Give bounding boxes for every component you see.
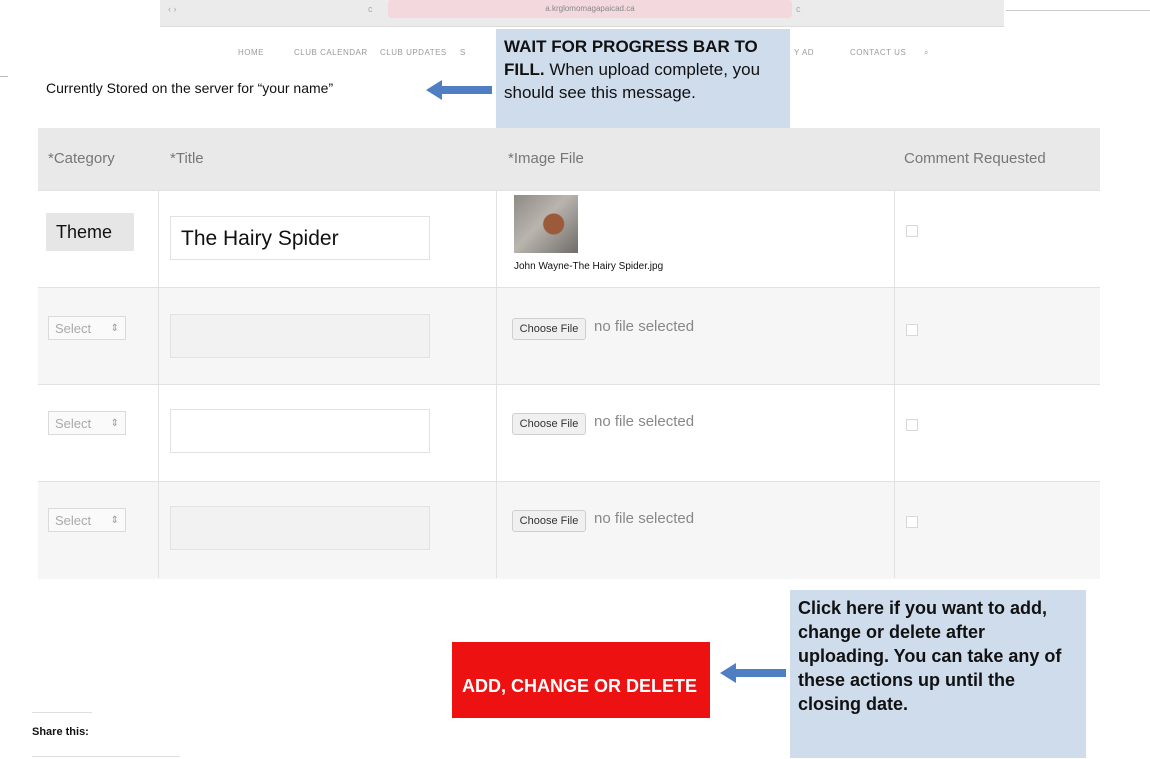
- upload-table: *Category *Title *Image File Comment Req…: [38, 128, 1100, 579]
- title-field[interactable]: [170, 314, 430, 358]
- header-title: *Title: [170, 150, 204, 167]
- arrow-left-icon: [426, 80, 492, 100]
- add-change-delete-button[interactable]: ADD, CHANGE OR DELETE: [452, 642, 710, 718]
- title-field[interactable]: [170, 506, 430, 550]
- column-divider: [158, 190, 159, 578]
- address-bar[interactable]: a.krglomomagapaicad.ca: [388, 0, 792, 18]
- chevron-updown-icon: ⇕: [110, 323, 119, 334]
- share-icon[interactable]: c: [796, 4, 801, 14]
- category-select[interactable]: Select ⇕: [48, 411, 126, 435]
- comment-checkbox[interactable]: [906, 324, 918, 336]
- select-label: Select: [55, 416, 92, 431]
- divider: [32, 756, 180, 757]
- divider: [0, 76, 8, 77]
- category-select[interactable]: Select ⇕: [48, 508, 126, 532]
- back-forward-icons[interactable]: ‹ ›: [168, 4, 177, 14]
- title-field[interactable]: The Hairy Spider: [170, 216, 430, 260]
- uploaded-filename: John Wayne-The Hairy Spider.jpg: [514, 261, 664, 272]
- progress-callout: WAIT FOR PROGRESS BAR TO FILL. When uplo…: [496, 29, 790, 131]
- title-field[interactable]: [170, 409, 430, 453]
- search-icon[interactable]: ⌕: [924, 48, 929, 58]
- arrow-left-icon: [720, 663, 786, 683]
- chevron-updown-icon: ⇕: [110, 515, 119, 526]
- category-value: Theme: [46, 213, 134, 251]
- choose-file-button[interactable]: Choose File: [512, 510, 586, 532]
- no-file-label: no file selected: [594, 413, 695, 430]
- no-file-label: no file selected: [594, 510, 695, 527]
- comment-checkbox[interactable]: [906, 516, 918, 528]
- header-comment-requested: Comment Requested: [904, 150, 1046, 167]
- choose-file-button[interactable]: Choose File: [512, 318, 586, 340]
- table-row: Select ⇕ Choose File no file selected: [38, 287, 1100, 385]
- instructions-callout: Click here if you want to add, change or…: [790, 590, 1086, 758]
- nav-club-updates[interactable]: CLUB UPDATES: [380, 48, 447, 57]
- table-header: *Category *Title *Image File Comment Req…: [38, 128, 1100, 190]
- browser-toolbar: ‹ › c a.krglomomagapaicad.ca c: [160, 0, 1004, 27]
- no-file-label: no file selected: [594, 318, 695, 335]
- choose-file-button[interactable]: Choose File: [512, 413, 586, 435]
- nav-contact-us[interactable]: CONTACT US: [850, 48, 906, 57]
- category-select[interactable]: Select ⇕: [48, 316, 126, 340]
- nav-club-calendar[interactable]: CLUB CALENDAR: [294, 48, 368, 57]
- nav-item-partial[interactable]: S: [460, 48, 466, 57]
- chevron-updown-icon: ⇕: [110, 418, 119, 429]
- header-category: *Category: [48, 150, 115, 167]
- header-image-file: *Image File: [508, 150, 584, 167]
- nav-home[interactable]: HOME: [238, 48, 264, 57]
- comment-checkbox[interactable]: [906, 225, 918, 237]
- select-label: Select: [55, 513, 92, 528]
- table-row: Theme The Hairy Spider John Wayne-The Ha…: [38, 190, 1100, 288]
- reload-icon[interactable]: c: [368, 4, 373, 14]
- divider: [32, 712, 92, 713]
- select-label: Select: [55, 321, 92, 336]
- column-divider: [496, 190, 497, 578]
- table-row: Select ⇕ Choose File no file selected: [38, 384, 1100, 482]
- share-label: Share this:: [32, 726, 89, 738]
- table-row: Select ⇕ Choose File no file selected: [38, 481, 1100, 579]
- column-divider: [894, 190, 895, 578]
- nav-item-partial-2[interactable]: Y AD: [794, 48, 814, 57]
- uploaded-image-thumbnail: [514, 195, 578, 253]
- stored-on-server-label: Currently Stored on the server for “your…: [46, 80, 334, 96]
- divider: [1006, 10, 1150, 11]
- comment-checkbox[interactable]: [906, 419, 918, 431]
